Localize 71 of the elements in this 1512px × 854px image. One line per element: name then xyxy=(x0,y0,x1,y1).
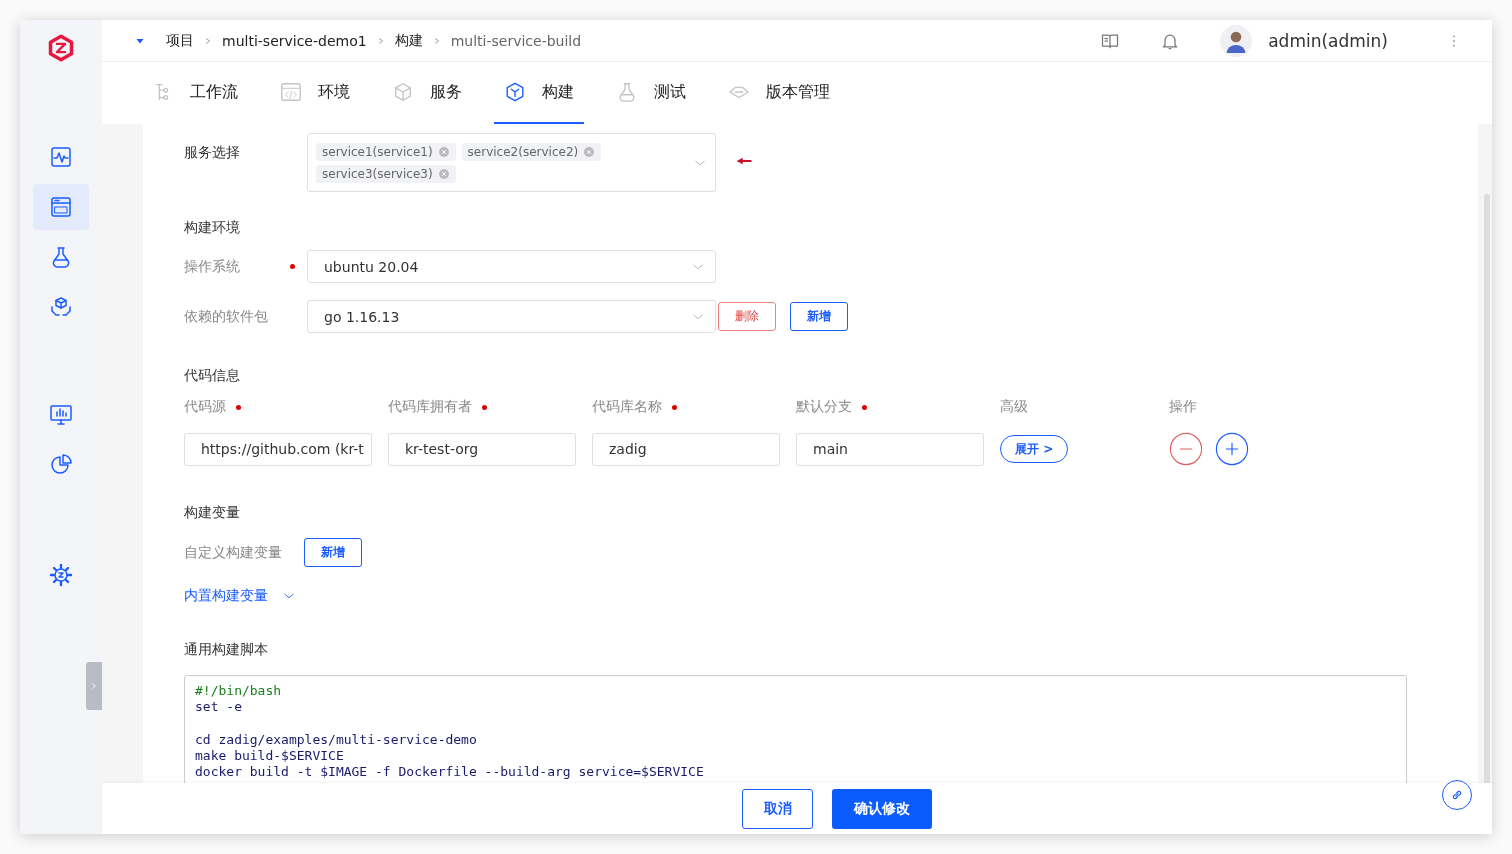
add-button[interactable]: 新增 xyxy=(790,302,848,331)
breadcrumb-link[interactable]: 项目 xyxy=(166,31,194,50)
expand-button[interactable]: 展开 > xyxy=(1000,435,1069,463)
hands-box-icon xyxy=(49,295,73,319)
code-line: set -e xyxy=(195,699,243,716)
pie-chart-icon xyxy=(49,453,73,477)
tab[interactable]: 服务 xyxy=(382,62,472,124)
chevron-right-icon xyxy=(204,35,212,46)
column-header: 操作 xyxy=(1169,398,1197,416)
delete-button[interactable]: 删除 xyxy=(718,302,776,331)
os-select[interactable]: ubuntu 20.04 xyxy=(307,250,716,283)
remove-icon[interactable] xyxy=(437,145,450,158)
code-window-icon xyxy=(280,81,302,103)
column-header: 代码库名称 xyxy=(592,398,662,416)
service-select[interactable]: service1(service1) service2(service2) service3(service3) xyxy=(307,133,716,192)
branch-field[interactable]: main xyxy=(796,432,984,466)
code-line: make build-$SERVICE xyxy=(195,747,345,765)
cancel-button[interactable]: 取消 xyxy=(742,788,813,829)
sidebar-item[interactable] xyxy=(33,184,89,230)
tab[interactable]: 工作流 xyxy=(142,62,248,124)
logo-icon xyxy=(47,34,75,62)
builtin-variables-toggle[interactable]: 内置构建变量 xyxy=(184,587,296,605)
chevron-right-icon xyxy=(432,35,441,46)
remove-icon[interactable] xyxy=(437,167,450,180)
network-cube-icon xyxy=(392,81,414,103)
tab[interactable]: 版本管理 xyxy=(718,62,840,124)
column-header: 高级 xyxy=(1000,398,1028,416)
add-button[interactable]: 新增 xyxy=(304,538,362,567)
collapse-handle[interactable] xyxy=(86,662,102,710)
repo-field[interactable]: zadig xyxy=(592,432,780,466)
service-tag[interactable]: service2(service2) xyxy=(461,142,602,161)
confirm-button[interactable]: 确认修改 xyxy=(832,788,932,829)
pulse-icon xyxy=(49,145,73,169)
avatar-icon xyxy=(1220,24,1253,57)
link-icon xyxy=(1450,788,1464,802)
chevron-right-icon xyxy=(376,35,385,46)
field-label: 自定义构建变量 xyxy=(184,543,282,562)
field-label: 服务选择 xyxy=(184,143,241,162)
package-select[interactable]: go 1.16.13 xyxy=(307,300,716,333)
breadcrumb-link[interactable]: multi-service-demo1 xyxy=(222,32,367,49)
column-header: 代码库拥有者 xyxy=(388,398,472,416)
add-icon[interactable] xyxy=(1215,432,1249,466)
section-title: 构建变量 xyxy=(184,504,241,522)
owner-field[interactable]: kr-test-org xyxy=(388,432,576,466)
code-line: cd zadig/examples/multi-service-demo xyxy=(195,731,478,748)
section-title: 代码信息 xyxy=(184,367,241,385)
cube-icon xyxy=(504,81,526,103)
flask-icon xyxy=(616,81,638,103)
tab[interactable]: 测试 xyxy=(606,62,696,124)
service-tag[interactable]: service1(service1) xyxy=(316,142,456,161)
column-header: 代码源 xyxy=(184,398,226,416)
section-title: 构建环境 xyxy=(184,219,241,237)
breadcrumb-link[interactable]: multi-service-build xyxy=(450,32,582,49)
section-title: 通用构建脚本 xyxy=(184,641,269,659)
link-button[interactable] xyxy=(1442,780,1472,810)
code-line: #!/bin/bash xyxy=(195,683,283,700)
monitor-chart-icon xyxy=(49,403,73,427)
service-tag[interactable]: service3(service3) xyxy=(316,164,456,183)
source-select[interactable]: https://github.com (kr-t xyxy=(184,432,372,466)
remove-icon[interactable] xyxy=(583,145,596,158)
project-window-icon xyxy=(49,195,73,219)
settings-icon xyxy=(49,563,73,587)
scrollbar[interactable] xyxy=(1484,194,1490,784)
tab[interactable]: 环境 xyxy=(270,62,360,124)
code-line: docker build -t $IMAGE -f Dockerfile --build-arg service=$SERVICE xyxy=(195,764,705,781)
user-name[interactable]: admin(admin) xyxy=(1268,30,1388,51)
column-header: 默认分支 xyxy=(796,398,852,416)
remove-icon[interactable] xyxy=(1169,432,1203,466)
breadcrumb-link[interactable]: 构建 xyxy=(394,31,423,50)
field-label: 依赖的软件包 xyxy=(184,307,268,326)
field-label: 操作系统 xyxy=(184,257,240,276)
